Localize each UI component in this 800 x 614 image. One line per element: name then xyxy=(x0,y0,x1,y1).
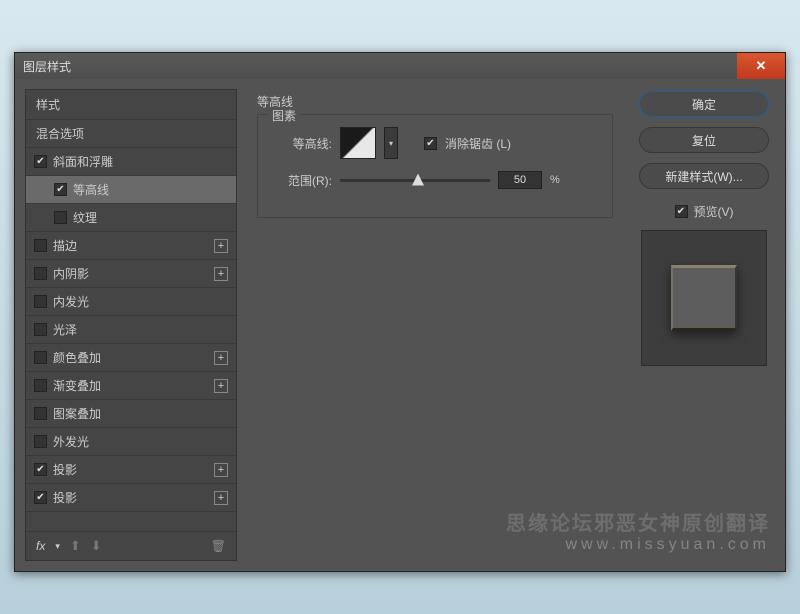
dialog-title: 图层样式 xyxy=(23,58,71,75)
style-row[interactable]: 内发光 xyxy=(26,288,236,316)
style-label: 渐变叠加 xyxy=(53,377,101,394)
style-checkbox[interactable] xyxy=(34,463,47,476)
style-row[interactable]: 内阴影 + xyxy=(26,260,236,288)
contour-row: 等高线: ▾ 消除锯齿 (L) xyxy=(272,127,598,159)
styles-list-panel: 样式 混合选项 斜面和浮雕等高线纹理描边 + 内阴影 + 内发光光泽颜色叠加 + 渐变叠加 +… xyxy=(25,89,237,561)
style-checkbox[interactable] xyxy=(34,239,47,252)
titlebar[interactable]: 图层样式 ✕ xyxy=(15,53,785,79)
style-label: 投影 xyxy=(53,489,77,506)
style-row[interactable]: 纹理 xyxy=(26,204,236,232)
chevron-down-icon: ▾ xyxy=(55,541,60,552)
preview-box xyxy=(641,230,767,366)
style-row[interactable]: 投影 + xyxy=(26,456,236,484)
style-row[interactable]: 投影 + xyxy=(26,484,236,512)
fieldset-legend: 图素 xyxy=(268,107,300,124)
style-label: 等高线 xyxy=(73,181,109,198)
contour-dropdown[interactable]: ▾ xyxy=(384,127,398,159)
style-row[interactable]: 外发光 xyxy=(26,428,236,456)
add-effect-button[interactable]: + xyxy=(214,379,228,393)
style-checkbox[interactable] xyxy=(34,435,47,448)
style-label: 斜面和浮雕 xyxy=(53,153,113,170)
style-checkbox[interactable] xyxy=(34,295,47,308)
styles-footer: fx ▾ ⬆ ⬇ 🗑 xyxy=(26,531,236,560)
watermark-line1: 思缘论坛邪恶女神原创翻译 xyxy=(506,507,770,536)
style-label: 光泽 xyxy=(53,321,77,338)
antialias-checkbox[interactable] xyxy=(424,137,437,150)
range-unit: % xyxy=(550,174,560,186)
range-input[interactable] xyxy=(498,171,542,189)
contour-picker[interactable] xyxy=(340,127,376,159)
antialias-label: 消除锯齿 (L) xyxy=(445,135,511,152)
style-checkbox[interactable] xyxy=(34,491,47,504)
watermark-line2: www.missyuan.com xyxy=(506,536,770,554)
style-row[interactable]: 斜面和浮雕 xyxy=(26,148,236,176)
style-checkbox[interactable] xyxy=(34,407,47,420)
contour-label: 等高线: xyxy=(272,135,332,152)
style-label: 颜色叠加 xyxy=(53,349,101,366)
chevron-down-icon: ▾ xyxy=(389,139,393,148)
preview-checkbox[interactable] xyxy=(675,205,688,218)
style-checkbox[interactable] xyxy=(54,183,67,196)
style-checkbox[interactable] xyxy=(34,155,47,168)
add-effect-button[interactable]: + xyxy=(214,239,228,253)
style-row[interactable]: 渐变叠加 + xyxy=(26,372,236,400)
preview-tile xyxy=(671,265,737,331)
style-label: 描边 xyxy=(53,237,77,254)
preview-label: 预览(V) xyxy=(694,203,734,220)
elements-fieldset: 图素 等高线: ▾ 消除锯齿 (L) 范围(R): % xyxy=(257,114,613,218)
style-checkbox[interactable] xyxy=(34,351,47,364)
add-effect-button[interactable]: + xyxy=(214,463,228,477)
section-title: 等高线 xyxy=(257,93,613,110)
style-row[interactable]: 图案叠加 xyxy=(26,400,236,428)
style-row[interactable]: 描边 + xyxy=(26,232,236,260)
style-label: 图案叠加 xyxy=(53,405,101,422)
settings-panel: 等高线 图素 等高线: ▾ 消除锯齿 (L) 范围(R): xyxy=(247,89,623,561)
style-label: 内发光 xyxy=(53,293,89,310)
style-row[interactable]: 等高线 xyxy=(26,176,236,204)
add-effect-button[interactable]: + xyxy=(214,351,228,365)
style-checkbox[interactable] xyxy=(34,323,47,336)
range-label: 范围(R): xyxy=(272,172,332,189)
style-row[interactable]: 颜色叠加 + xyxy=(26,344,236,372)
range-slider[interactable] xyxy=(340,179,490,182)
add-effect-button[interactable]: + xyxy=(214,267,228,281)
style-checkbox[interactable] xyxy=(54,211,67,224)
slider-thumb[interactable] xyxy=(412,174,424,186)
style-row[interactable]: 光泽 xyxy=(26,316,236,344)
trash-icon[interactable]: 🗑 xyxy=(211,539,226,553)
add-effect-button[interactable]: + xyxy=(214,491,228,505)
actions-column: 确定 复位 新建样式(W)... 预览(V) xyxy=(633,89,775,561)
preview-toggle-row: 预览(V) xyxy=(675,203,734,220)
style-label: 外发光 xyxy=(53,433,89,450)
arrow-up-icon[interactable]: ⬆ xyxy=(70,538,81,554)
new-style-button[interactable]: 新建样式(W)... xyxy=(639,163,769,189)
blend-options-row[interactable]: 混合选项 xyxy=(26,120,236,148)
close-button[interactable]: ✕ xyxy=(737,53,785,79)
arrow-down-icon[interactable]: ⬇ xyxy=(91,538,102,554)
cancel-button[interactable]: 复位 xyxy=(639,127,769,153)
layer-style-dialog: 图层样式 ✕ 样式 混合选项 斜面和浮雕等高线纹理描边+内阴影+内发光光泽颜色叠… xyxy=(14,52,786,572)
style-label: 纹理 xyxy=(73,209,97,226)
dialog-body: 样式 混合选项 斜面和浮雕等高线纹理描边+内阴影+内发光光泽颜色叠加+渐变叠加+… xyxy=(15,79,785,571)
fx-label[interactable]: fx xyxy=(36,539,45,553)
close-icon: ✕ xyxy=(756,58,767,74)
range-row: 范围(R): % xyxy=(272,171,598,189)
style-label: 内阴影 xyxy=(53,265,89,282)
style-checkbox[interactable] xyxy=(34,267,47,280)
style-label: 投影 xyxy=(53,461,77,478)
style-checkbox[interactable] xyxy=(34,379,47,392)
ok-button[interactable]: 确定 xyxy=(639,91,769,117)
watermark: 思缘论坛邪恶女神原创翻译 www.missyuan.com xyxy=(506,507,770,554)
styles-header: 样式 xyxy=(26,90,236,120)
